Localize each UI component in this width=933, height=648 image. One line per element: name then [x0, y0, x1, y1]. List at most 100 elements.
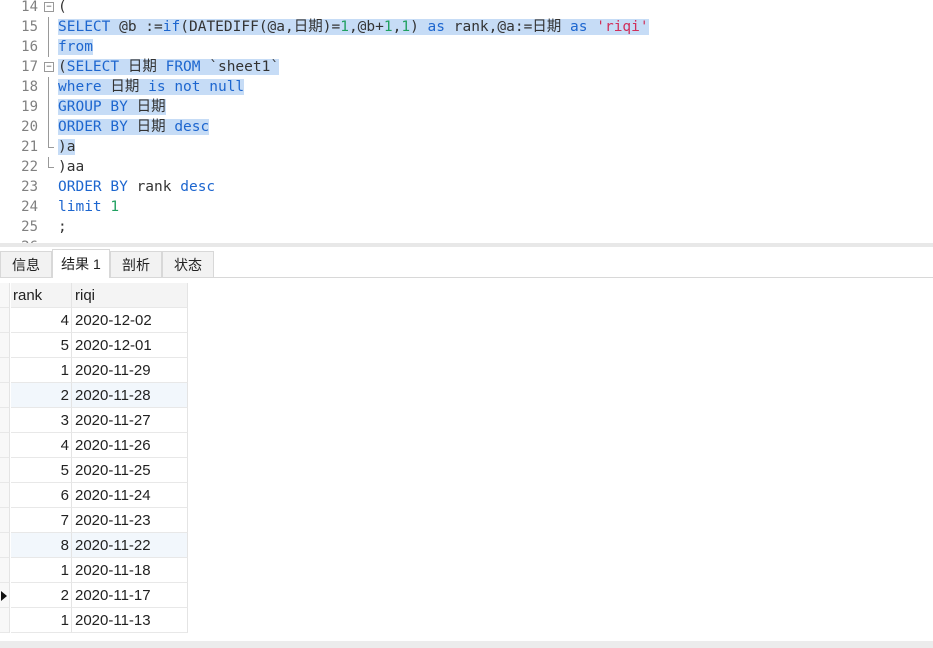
- table-row[interactable]: 2 2020-11-17: [0, 583, 188, 608]
- table-row[interactable]: 1 2020-11-13: [0, 608, 188, 633]
- code-token: 1: [401, 19, 411, 35]
- table-row[interactable]: 2 2020-11-28: [0, 383, 188, 408]
- result-tabs: 信息 结果 1 剖析 状态: [0, 247, 933, 278]
- code-line[interactable]: 20 ORDER BY 日期 desc: [0, 117, 933, 137]
- tab-info[interactable]: 信息: [0, 251, 52, 277]
- table-row[interactable]: 3 2020-11-27: [0, 408, 188, 433]
- cell-riqi[interactable]: 2020-11-28: [72, 383, 188, 408]
- code-token: 日期: [101, 79, 149, 95]
- table-row[interactable]: 4 2020-11-26: [0, 433, 188, 458]
- row-header[interactable]: [0, 433, 10, 458]
- table-row[interactable]: 1 2020-11-18: [0, 558, 188, 583]
- row-header-corner[interactable]: [0, 283, 10, 308]
- row-header[interactable]: [0, 608, 10, 633]
- cell-riqi[interactable]: 2020-11-23: [72, 508, 188, 533]
- code-line[interactable]: 23 ORDER BY rank desc: [0, 177, 933, 197]
- cell-rank[interactable]: 1: [11, 608, 72, 633]
- table-row[interactable]: 6 2020-11-24: [0, 483, 188, 508]
- code-token: 'riqi': [596, 19, 649, 35]
- code-line[interactable]: 17− (SELECT 日期 FROM `sheet1`: [0, 57, 933, 77]
- column-header-rank[interactable]: rank: [11, 283, 72, 308]
- cell-rank[interactable]: 1: [11, 358, 72, 383]
- cell-rank[interactable]: 2: [11, 583, 72, 608]
- cell-rank[interactable]: 7: [11, 508, 72, 533]
- cell-rank[interactable]: 8: [11, 533, 72, 558]
- code-token: ORDER BY: [58, 119, 128, 135]
- sql-editor[interactable]: 14−(15 SELECT @b :=if(DATEDIFF(@a,日期)=1,@…: [0, 0, 933, 243]
- row-header[interactable]: [0, 458, 10, 483]
- fold-toggle-icon[interactable]: −: [44, 2, 54, 12]
- cell-riqi[interactable]: 2020-11-22: [72, 533, 188, 558]
- row-header[interactable]: [0, 483, 10, 508]
- code-token: rank: [127, 179, 181, 195]
- cell-riqi[interactable]: 2020-11-27: [72, 408, 188, 433]
- row-header[interactable]: [0, 558, 10, 583]
- row-header[interactable]: [0, 383, 10, 408]
- row-header[interactable]: [0, 408, 10, 433]
- grid-header-row: rank riqi: [0, 283, 188, 308]
- line-number: 22: [21, 159, 38, 175]
- cell-riqi[interactable]: 2020-11-29: [72, 358, 188, 383]
- code-line[interactable]: 21)a: [0, 137, 933, 157]
- cell-riqi[interactable]: 2020-11-25: [72, 458, 188, 483]
- code-token: ): [410, 19, 428, 35]
- fold-gutter: [42, 177, 56, 197]
- code-token: GROUP BY: [58, 99, 128, 115]
- cell-rank[interactable]: 6: [11, 483, 72, 508]
- cell-rank[interactable]: 5: [11, 458, 72, 483]
- tab-profile[interactable]: 剖析: [110, 251, 162, 277]
- cell-rank[interactable]: 4: [11, 433, 72, 458]
- code-token: SELECT: [58, 19, 111, 35]
- row-header[interactable]: [0, 508, 10, 533]
- fold-gutter[interactable]: −: [42, 57, 56, 77]
- code-line[interactable]: 19 GROUP BY 日期: [0, 97, 933, 117]
- cell-riqi[interactable]: 2020-11-26: [72, 433, 188, 458]
- row-header[interactable]: [0, 583, 10, 608]
- table-row[interactable]: 7 2020-11-23: [0, 508, 188, 533]
- cell-rank[interactable]: 4: [11, 308, 72, 333]
- line-number: 15: [21, 19, 38, 35]
- table-row[interactable]: 5 2020-12-01: [0, 333, 188, 358]
- code-token: @b :=: [110, 19, 163, 35]
- code-line[interactable]: 22)aa: [0, 157, 933, 177]
- code-token: SELECT: [66, 59, 120, 75]
- cell-riqi[interactable]: 2020-11-13: [72, 608, 188, 633]
- cell-rank[interactable]: 3: [11, 408, 72, 433]
- column-header-riqi[interactable]: riqi: [72, 283, 188, 308]
- code-text: (: [58, 0, 67, 17]
- line-number: 17: [21, 59, 38, 75]
- cell-rank[interactable]: 1: [11, 558, 72, 583]
- row-header[interactable]: [0, 333, 10, 358]
- cell-riqi[interactable]: 2020-11-18: [72, 558, 188, 583]
- code-line[interactable]: 14−(: [0, 0, 933, 17]
- fold-gutter[interactable]: −: [42, 0, 56, 17]
- code-line[interactable]: 24 limit 1: [0, 197, 933, 217]
- fold-gutter: [42, 37, 56, 57]
- cell-riqi[interactable]: 2020-11-24: [72, 483, 188, 508]
- fold-gutter: [42, 117, 56, 137]
- tab-status[interactable]: 状态: [162, 251, 214, 277]
- cell-rank[interactable]: 5: [11, 333, 72, 358]
- fold-gutter: [42, 97, 56, 117]
- cell-riqi[interactable]: 2020-12-01: [72, 333, 188, 358]
- table-row[interactable]: 8 2020-11-22: [0, 533, 188, 558]
- bottom-scrollbar[interactable]: [0, 641, 933, 648]
- table-row[interactable]: 4 2020-12-02: [0, 308, 188, 333]
- cell-riqi[interactable]: 2020-12-02: [72, 308, 188, 333]
- code-line[interactable]: 25;: [0, 217, 933, 237]
- table-row[interactable]: 5 2020-11-25: [0, 458, 188, 483]
- cell-riqi[interactable]: 2020-11-17: [72, 583, 188, 608]
- code-line[interactable]: 15 SELECT @b :=if(DATEDIFF(@a,日期)=1,@b+1,…: [0, 17, 933, 37]
- row-header[interactable]: [0, 308, 10, 333]
- table-row[interactable]: 1 2020-11-29: [0, 358, 188, 383]
- code-line[interactable]: 16 from: [0, 37, 933, 57]
- code-token: rank,@a:=日期: [445, 19, 571, 35]
- code-line[interactable]: 18 where 日期 is not null: [0, 77, 933, 97]
- fold-gutter: [42, 197, 56, 217]
- fold-toggle-icon[interactable]: −: [44, 62, 54, 72]
- cell-rank[interactable]: 2: [11, 383, 72, 408]
- row-header[interactable]: [0, 358, 10, 383]
- row-header[interactable]: [0, 533, 10, 558]
- tab-result-1[interactable]: 结果 1: [52, 249, 110, 278]
